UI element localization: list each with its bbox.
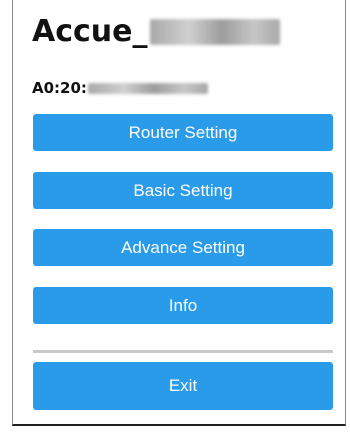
redacted-mac-suffix	[87, 82, 208, 94]
device-title: Accue_	[32, 14, 280, 49]
info-button[interactable]: Info	[33, 287, 333, 324]
exit-label: Exit	[168, 376, 198, 395]
router-setting-label: Router Setting	[128, 122, 238, 142]
info-label: Info	[168, 295, 198, 315]
basic-setting-button[interactable]: Basic Setting	[33, 172, 333, 209]
device-name-prefix: Accue_	[32, 14, 148, 49]
mac-address: A0:20:	[32, 79, 208, 97]
basic-setting-label: Basic Setting	[133, 180, 233, 200]
redacted-device-id	[149, 18, 280, 45]
divider	[33, 350, 333, 353]
mac-prefix: A0:20:	[32, 79, 87, 97]
exit-button[interactable]: Exit	[33, 362, 333, 410]
advance-setting-button[interactable]: Advance Setting	[33, 229, 333, 266]
advance-setting-label: Advance Setting	[121, 237, 245, 257]
router-setting-button[interactable]: Router Setting	[33, 114, 333, 151]
